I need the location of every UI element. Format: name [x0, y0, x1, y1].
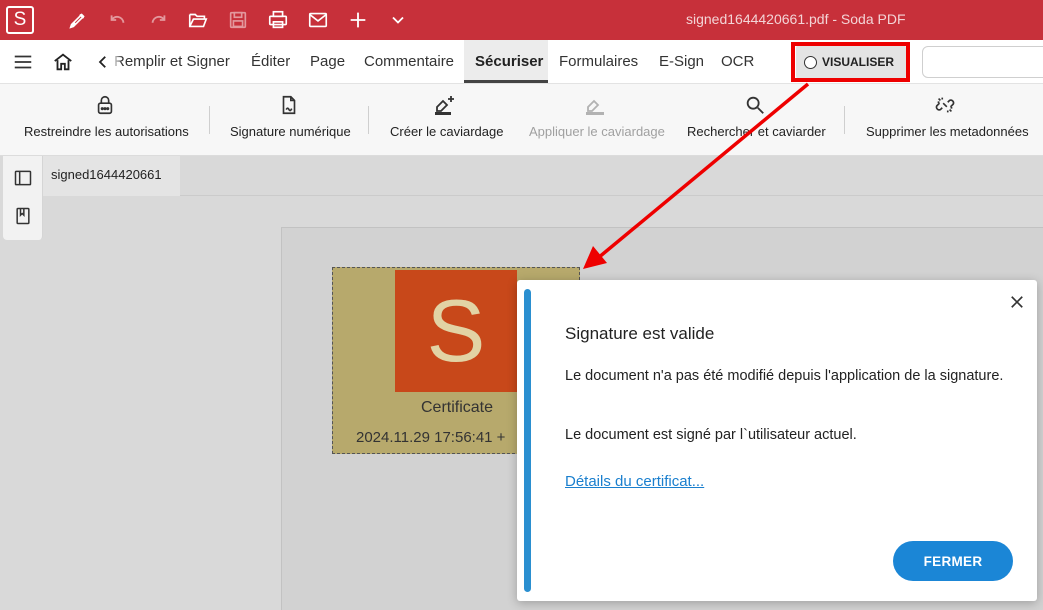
bookmark-icon[interactable]: [11, 204, 35, 228]
menu-esign[interactable]: E-Sign: [659, 53, 704, 70]
menu-formulaires[interactable]: Formulaires: [559, 53, 638, 70]
menu-clip-fade: [112, 40, 122, 83]
open-folder-icon[interactable]: [186, 8, 210, 32]
redo-icon[interactable]: [146, 8, 170, 32]
undo-icon[interactable]: [106, 8, 130, 32]
save-icon[interactable]: [226, 8, 250, 32]
dialog-title: Signature est valide: [565, 324, 715, 343]
signature-logo: S: [395, 270, 517, 392]
tool-label: Appliquer le caviardage: [529, 124, 665, 139]
tool-label: Restreindre les autorisations: [24, 124, 189, 139]
tool-label: Créer le caviardage: [390, 124, 504, 139]
pen-icon[interactable]: [66, 8, 90, 32]
dialog-signer-message: Le document est signé par l`utilisateur …: [565, 427, 857, 443]
menu-commentaire[interactable]: Commentaire: [364, 53, 454, 70]
tool-appliquer-caviardage[interactable]: Appliquer le caviardage: [520, 84, 672, 156]
tool-label: Rechercher et caviarder: [687, 124, 826, 139]
document-tab[interactable]: signed1644420661: [43, 156, 180, 196]
menu-remplir-et-signer[interactable]: Remplir et Signer: [114, 53, 230, 70]
menu-page[interactable]: Page: [310, 53, 345, 70]
lock-icon: [93, 93, 117, 117]
search-input[interactable]: [922, 46, 1043, 78]
window-title: signed1644420661.pdf - Soda PDF: [686, 11, 906, 27]
eraser-icon: [583, 93, 607, 117]
signature-valid-dialog: Signature est valide Le document n'a pas…: [517, 280, 1037, 601]
close-icon[interactable]: [1005, 290, 1029, 314]
title-bar: S signed1644420661.pdf - Soda PDF: [0, 0, 1043, 40]
tool-supprimer-metadonnees[interactable]: Supprimer les metadonnées: [844, 84, 1043, 156]
tool-creer-caviardage[interactable]: Créer le caviardage: [368, 84, 520, 156]
tool-rechercher-caviarder[interactable]: Rechercher et caviarder: [672, 84, 844, 156]
document-tab-strip: signed1644420661: [43, 156, 1043, 196]
menu-ocr[interactable]: OCR: [721, 53, 754, 70]
tool-label: Signature numérique: [230, 124, 351, 139]
certificate-details-link[interactable]: Détails du certificat...: [565, 473, 704, 490]
tool-label: Supprimer les metadonnées: [866, 124, 1029, 139]
fermer-button[interactable]: FERMER: [893, 541, 1013, 581]
active-tab-indicator: [464, 80, 548, 83]
tool-signature-numerique[interactable]: Signature numérique: [210, 84, 368, 156]
menu-securiser[interactable]: Sécuriser: [475, 53, 543, 70]
signature-logo-letter: S: [426, 281, 486, 380]
print-icon[interactable]: [266, 8, 290, 32]
panel-icon[interactable]: [11, 166, 35, 190]
broken-link-icon: [933, 93, 957, 117]
signed-document-icon: [277, 93, 301, 117]
tool-restreindre[interactable]: Restreindre les autorisations: [0, 84, 210, 156]
securiser-toolbar: Restreindre les autorisations Signature …: [0, 84, 1043, 156]
menu-editer[interactable]: Éditer: [251, 53, 290, 70]
mail-icon[interactable]: [306, 8, 330, 32]
dialog-message: Le document n'a pas été modifié depuis l…: [565, 368, 1004, 384]
eraser-plus-icon: [432, 93, 456, 117]
annotation-highlight-box: [791, 42, 910, 82]
chevron-down-icon[interactable]: [386, 8, 410, 32]
dialog-accent-bar: [524, 289, 531, 592]
home-icon[interactable]: [51, 50, 75, 74]
app-logo[interactable]: S: [6, 6, 34, 34]
hamburger-icon[interactable]: [11, 50, 35, 74]
plus-icon[interactable]: [346, 8, 370, 32]
signature-date: 2024.11.29 17:56:41 +: [356, 429, 506, 446]
search-icon: [743, 93, 767, 117]
side-panel: [3, 156, 43, 240]
